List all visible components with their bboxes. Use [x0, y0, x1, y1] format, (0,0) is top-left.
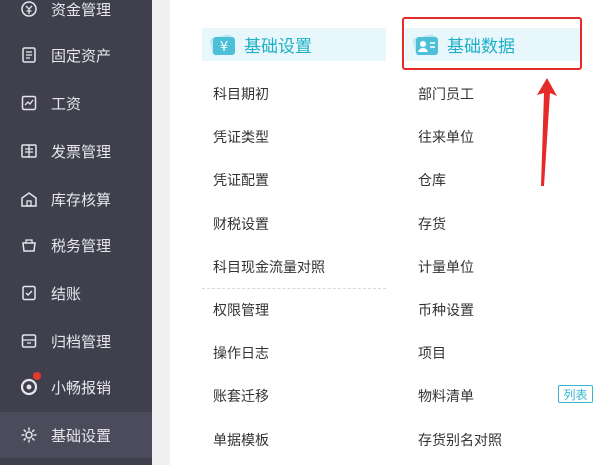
archive-icon — [20, 332, 38, 350]
sidebar-item-label: 工资 — [51, 94, 82, 113]
checkout-icon — [20, 284, 38, 302]
sidebar: 资金管理 固定资产 工资 发票管理 库存核算 税务管理 结账 归档管理 小畅报销… — [0, 0, 152, 465]
gear-icon — [20, 426, 38, 444]
sidebar-item-label: 归档管理 — [51, 332, 112, 351]
sidebar-item-label: 资金管理 — [51, 0, 112, 19]
sidebar-item-checkout[interactable]: 结账 — [0, 270, 152, 316]
reimburse-icon — [20, 378, 38, 396]
sidebar-item-tax[interactable]: 税务管理 — [0, 222, 152, 268]
menu-item-fiscal-tax-settings[interactable]: 财税设置 — [213, 214, 269, 234]
sidebar-item-label: 税务管理 — [51, 236, 112, 255]
menu-item-units[interactable]: 计量单位 — [418, 257, 474, 277]
menu-item-account-migration[interactable]: 账套迁移 — [213, 386, 269, 406]
sidebar-item-label: 发票管理 — [51, 142, 112, 161]
svg-text:¥: ¥ — [220, 40, 228, 55]
sidebar-item-label: 结账 — [51, 284, 82, 303]
asset-icon — [20, 46, 38, 64]
sidebar-item-basic-settings[interactable]: 基础设置 — [0, 412, 152, 458]
sidebar-item-invoice[interactable]: 发票管理 — [0, 128, 152, 174]
notification-dot — [33, 372, 41, 380]
sidebar-item-funds[interactable]: 资金管理 — [0, 0, 152, 32]
menu-item-cashflow-mapping[interactable]: 科目现金流量对照 — [213, 257, 325, 277]
menu-item-partners[interactable]: 往来单位 — [418, 127, 474, 147]
tax-icon — [20, 236, 38, 254]
annotation-highlight-box — [402, 17, 582, 70]
menu-item-stock-alias-mapping[interactable]: 存货别名对照 — [418, 430, 502, 450]
warehouse-icon — [20, 190, 38, 208]
menu-item-stock[interactable]: 存货 — [418, 214, 446, 234]
list-tag[interactable]: 列表 — [558, 385, 593, 403]
sidebar-item-salary[interactable]: 工资 — [0, 80, 152, 126]
section-header-basic-settings: ¥ 基础设置 — [202, 28, 386, 61]
menu-item-warehouse[interactable]: 仓库 — [418, 170, 446, 190]
menu-item-projects[interactable]: 项目 — [418, 343, 446, 363]
sidebar-item-label: 库存核算 — [51, 190, 112, 209]
sidebar-item-inventory[interactable]: 库存核算 — [0, 176, 152, 222]
menu-item-permissions[interactable]: 权限管理 — [213, 300, 269, 320]
menu-item-bill-of-materials[interactable]: 物料清单 — [418, 386, 474, 406]
salary-icon — [20, 94, 38, 112]
sidebar-item-label: 小畅报销 — [51, 378, 112, 397]
sidebar-item-label: 固定资产 — [51, 46, 112, 65]
menu-item-currency-settings[interactable]: 币种设置 — [418, 300, 474, 320]
sidebar-item-archive[interactable]: 归档管理 — [0, 318, 152, 364]
menu-item-voucher-type[interactable]: 凭证类型 — [213, 127, 269, 147]
sidebar-item-fixed-assets[interactable]: 固定资产 — [0, 32, 152, 78]
invoice-icon — [20, 142, 38, 160]
settings-section-icon: ¥ — [208, 30, 238, 60]
menu-item-departments-staff[interactable]: 部门员工 — [418, 84, 474, 104]
sidebar-item-reimburse[interactable]: 小畅报销 — [0, 364, 152, 410]
menu-item-subject-opening[interactable]: 科目期初 — [213, 84, 269, 104]
annotation-arrow — [537, 78, 557, 186]
sidebar-item-label: 基础设置 — [51, 426, 112, 445]
menu-item-voucher-config[interactable]: 凭证配置 — [213, 170, 269, 190]
money-icon — [20, 0, 38, 18]
panel-gutter — [152, 0, 170, 465]
menu-item-operation-log[interactable]: 操作日志 — [213, 343, 269, 363]
section-title: 基础设置 — [244, 37, 312, 57]
menu-item-document-template[interactable]: 单据模板 — [213, 430, 269, 450]
section-divider — [202, 288, 386, 289]
